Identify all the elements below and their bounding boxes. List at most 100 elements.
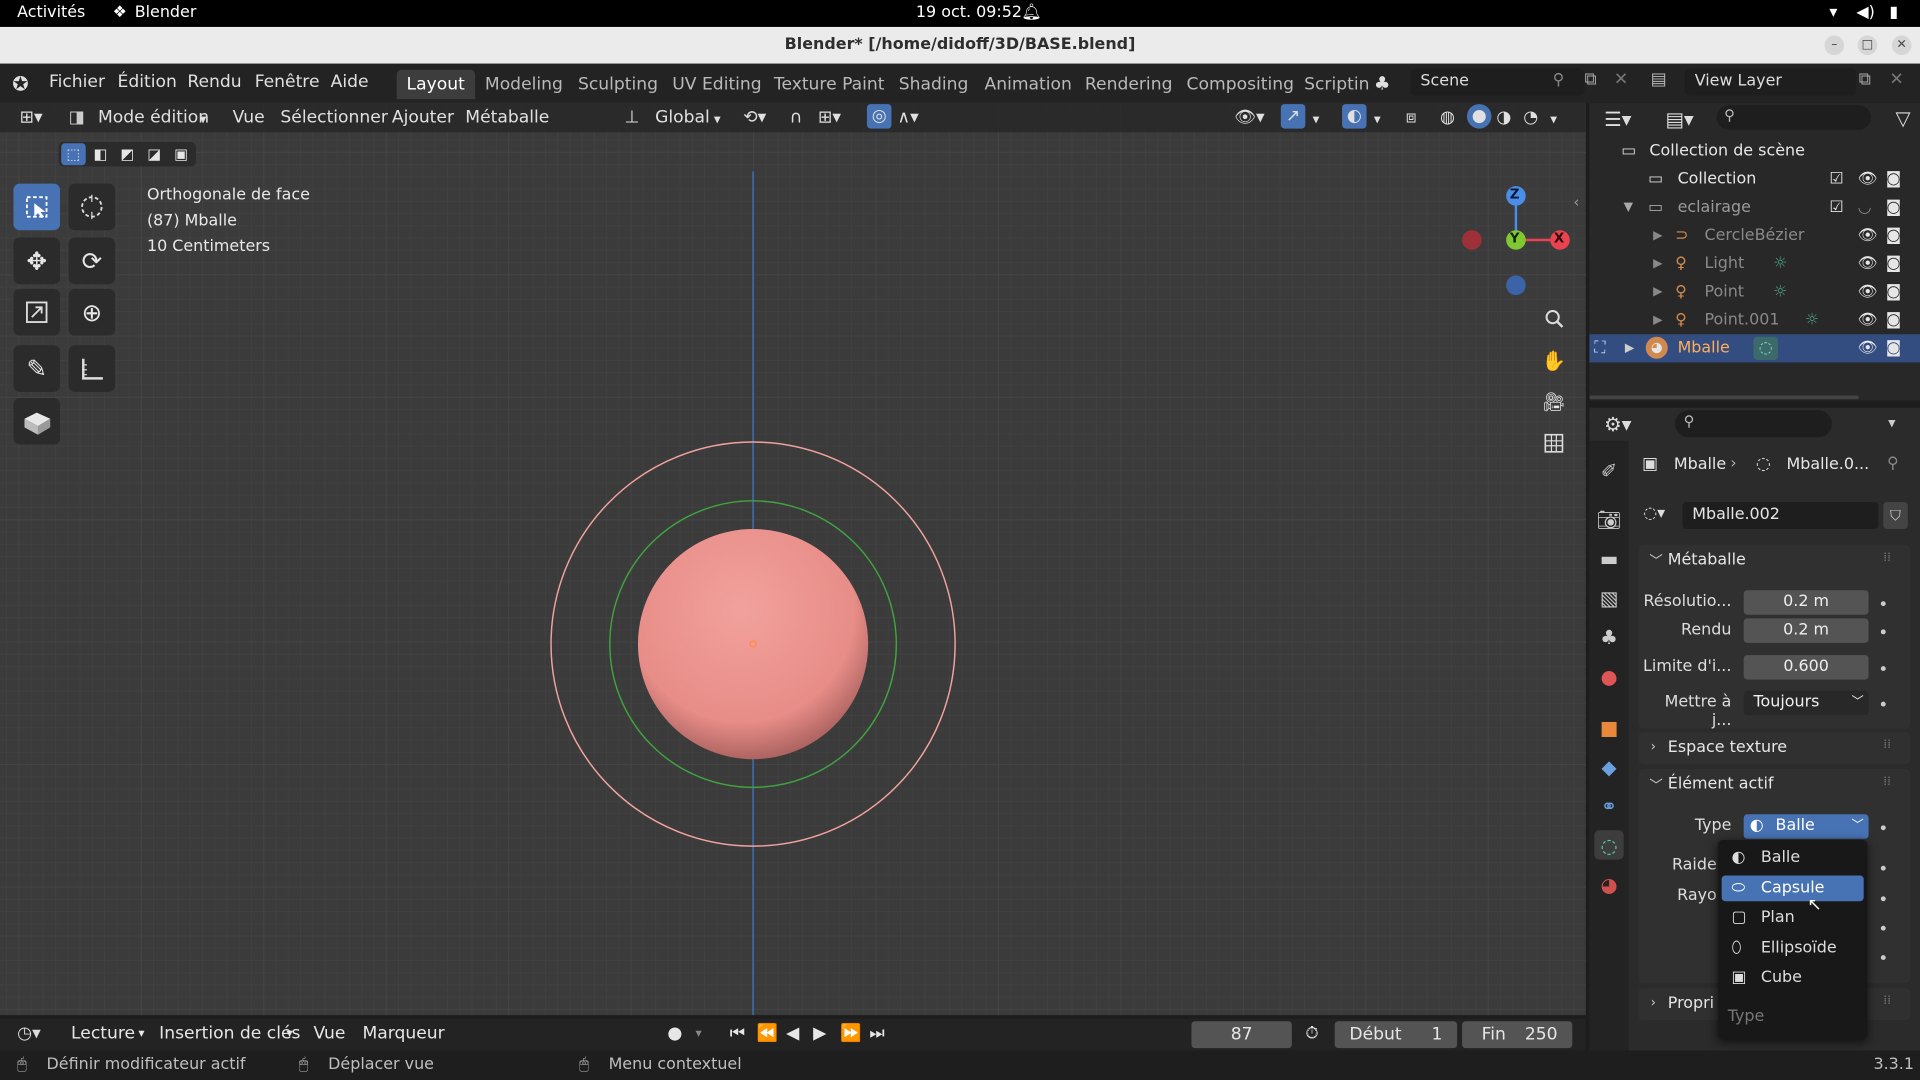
minimize-button[interactable]: – [1824,35,1845,56]
cursor-tool-icon[interactable] [68,183,116,231]
outliner-row-scene-collection[interactable]: ▭ Collection de scène [1589,137,1920,165]
tab-view-layer-icon[interactable]: ▧ [1594,583,1623,612]
breadcrumb-data[interactable]: Mballe.0... [1787,456,1870,474]
xray-icon[interactable]: ⧈ [1406,105,1417,129]
orientation-selector[interactable]: Global [655,105,710,129]
options-chevron-icon[interactable]: ▾ [1888,414,1895,431]
filter-icon[interactable]: ▽ [1896,107,1911,130]
snap-target-icon[interactable]: ⊞▾ [818,105,841,129]
view-layer-icon[interactable]: ▤ [1651,70,1667,90]
pivot-icon[interactable]: ⟲▾ [743,105,766,129]
rotate-tool-icon[interactable]: ⟳ [68,237,116,285]
play-icon[interactable]: ▶ [813,1024,826,1044]
camera-render-icon[interactable]: ◙ [1886,250,1901,278]
gizmo-z-label[interactable]: Z [1510,186,1520,202]
start-frame-field[interactable]: Début 1 [1334,1021,1458,1049]
exclude-checkbox[interactable]: ☑ [1829,193,1843,221]
tab-material-icon[interactable]: ◕ [1594,869,1623,898]
shading-chevron-icon[interactable]: ▾ [1550,108,1557,132]
menu-metaball[interactable]: Métaballe [465,105,549,129]
eye-icon[interactable]: 👁︎ [1858,250,1878,278]
expand-chevron-icon[interactable]: ▶ [1653,250,1662,278]
new-view-layer-icon[interactable]: ⧉ [1859,70,1871,90]
marker-menu[interactable]: Marqueur [362,1024,444,1044]
metaball-data-icon[interactable]: ◌ [1753,336,1778,361]
panel-expand-chevron-icon[interactable]: › [1651,738,1656,754]
menu-add[interactable]: Ajouter [392,105,454,129]
gizmo-x-label[interactable]: X [1554,230,1564,246]
jump-end-icon[interactable]: ⏭ [869,1024,884,1044]
keyframe-dot[interactable] [1880,701,1886,707]
breadcrumb-object[interactable]: Mballe [1674,456,1726,474]
view-layer-selector[interactable]: View Layer [1684,68,1857,96]
menu-file[interactable]: Fichier [49,72,105,92]
expand-chevron-icon[interactable]: ▶ [1653,306,1662,334]
new-scene-icon[interactable]: ⧉ [1585,70,1597,90]
camera-render-icon[interactable]: ◙ [1886,222,1901,250]
jump-start-icon[interactable]: ⏮ [730,1024,745,1044]
tab-modeling[interactable]: Modeling [475,70,573,99]
tab-scripting[interactable]: Scriptin [1294,70,1379,99]
eye-icon[interactable]: 👁︎ [1858,278,1878,306]
datablock-browse-icon[interactable]: ◌▾ [1643,504,1665,522]
pan-hand-icon[interactable]: ✋ [1537,343,1571,377]
keyframe-dot[interactable] [1880,666,1886,672]
stopwatch-icon[interactable]: ⏱ [1305,1024,1318,1044]
outliner-row-collection[interactable]: ▭ Collection ☑ 👁︎ ◙ [1589,165,1920,193]
falloff-icon[interactable]: ∧▾ [898,105,919,129]
camera-render-icon[interactable]: ◙ [1886,334,1901,362]
edit-mode-toggle-icon[interactable]: ⛶ [1594,334,1605,362]
exclude-checkbox[interactable]: ☑ [1829,165,1843,193]
outliner-scrollbar[interactable] [1589,395,1859,400]
menu-help[interactable]: Aide [331,72,369,92]
drag-handle-icon[interactable]: ⁞⁞ [1883,738,1891,751]
jump-key-back-icon[interactable]: ⏪ [757,1024,778,1044]
properties-search-input[interactable]: ⚲ [1675,410,1832,438]
select-new-icon[interactable]: ⬚ [61,143,86,166]
drag-handle-icon[interactable]: ⁞⁞ [1883,775,1891,788]
maximize-button[interactable]: □ [1857,35,1878,56]
tab-sculpting[interactable]: Sculpting [568,70,668,99]
expand-chevron-icon[interactable]: ▼ [1624,193,1633,221]
keyframe-dot[interactable] [1880,825,1886,831]
outliner-row-cerclebezier[interactable]: ▶ ⊃ CercleBézier 👁︎ ◙ [1589,222,1920,250]
dropdown-item-ellipsoid[interactable]: ⬯ Ellipsoïde [1722,936,1864,962]
outliner-row-eclairage[interactable]: ▼ ▭ eclairage ☑ ◡ ◙ [1589,193,1920,221]
record-icon[interactable]: ● [667,1024,682,1044]
keyframe-dot[interactable] [1880,955,1886,961]
tab-tool-icon[interactable]: ✐ [1594,456,1623,485]
shading-wireframe-icon[interactable]: ◍ [1440,105,1455,129]
timeline-editor-type-icon[interactable]: ◷▾ [17,1024,41,1044]
menu-select[interactable]: Sélectionner [280,105,387,129]
eye-icon[interactable]: 👁︎ [1858,334,1878,362]
dropdown-item-capsule[interactable]: ⬭ Capsule [1721,875,1864,902]
camera-render-icon[interactable]: ◙ [1886,193,1901,221]
activities-button[interactable]: Activités [17,4,85,22]
tab-texture-paint[interactable]: Texture Paint [764,70,894,99]
update-dropdown[interactable]: Toujours ﹀ [1743,690,1869,716]
pin-icon[interactable]: ⚲ [1887,454,1899,472]
blender-logo-icon[interactable]: ✪ [12,72,28,95]
tab-uv-editing[interactable]: UV Editing [662,70,771,99]
ortho-grid-icon[interactable] [1537,426,1571,460]
light-data-icon[interactable]: ☼ [1773,278,1787,306]
zoom-icon[interactable] [1537,301,1571,335]
display-mode-icon[interactable]: ▤▾ [1665,108,1693,131]
tab-scene-icon[interactable]: ♣ [1594,622,1623,651]
keyframe-dot[interactable] [1880,629,1886,635]
fake-user-shield-icon[interactable]: ⛉ [1883,502,1908,529]
select-intersect-icon[interactable]: ▣ [169,143,193,165]
active-element-panel-header[interactable]: Élément actif [1668,775,1774,793]
outliner-row-light[interactable]: ▶ ♀ Light ☼ 👁︎ ◙ [1589,250,1920,278]
tab-rendering[interactable]: Rendering [1075,70,1182,99]
proportional-edit-icon[interactable]: ◎ [866,104,892,129]
panel-expand-chevron-icon[interactable]: › [1651,994,1656,1010]
resolution-field[interactable]: 0.2 m [1743,590,1869,615]
measure-tool-icon[interactable] [68,345,116,392]
influence-threshold-field[interactable]: 0.600 [1743,655,1869,680]
light-data-icon[interactable]: ☼ [1773,250,1787,278]
tab-render-icon[interactable]: 📷︎ [1594,504,1623,533]
current-frame-field[interactable]: 87 [1191,1021,1292,1049]
select-box-tool-icon[interactable] [13,183,61,231]
shading-solid-icon[interactable]: ● [1466,104,1492,129]
